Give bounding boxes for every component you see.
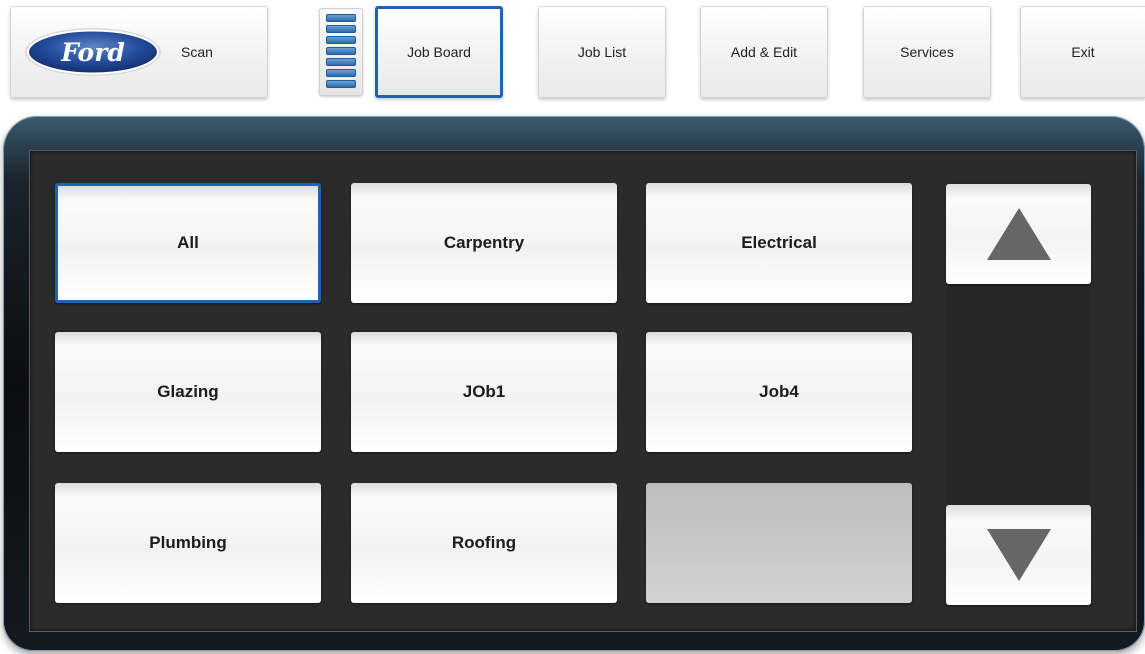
- add-edit-label: Add & Edit: [730, 44, 798, 60]
- category-label: JOb1: [462, 382, 506, 401]
- category-glazing-button[interactable]: Glazing: [55, 332, 321, 452]
- job-board-label: Job Board: [407, 44, 471, 60]
- triangle-down-icon: [986, 529, 1051, 581]
- scan-button[interactable]: Ford Scan: [10, 6, 268, 98]
- category-all-button[interactable]: All: [55, 183, 321, 303]
- add-edit-button[interactable]: Add & Edit: [700, 6, 828, 98]
- services-button[interactable]: Services: [863, 6, 991, 98]
- menu-grip-icon[interactable]: [319, 8, 363, 96]
- category-label: Electrical: [741, 233, 817, 252]
- category-label: All: [177, 233, 199, 252]
- category-label: Glazing: [157, 382, 219, 401]
- category-label: Plumbing: [149, 533, 227, 552]
- scan-label: Scan: [181, 44, 213, 60]
- services-label: Services: [900, 44, 954, 60]
- top-toolbar: Ford Scan Job Board Job List Add & Edit …: [0, 0, 1145, 110]
- job-list-label: Job List: [577, 44, 627, 60]
- job-board-button[interactable]: Job Board: [375, 6, 503, 98]
- exit-button[interactable]: Exit: [1020, 6, 1145, 98]
- triangle-up-icon: [986, 208, 1051, 260]
- scroll-up-button[interactable]: [946, 184, 1091, 284]
- scroll-track[interactable]: [946, 284, 1091, 504]
- category-label: Roofing: [451, 533, 517, 552]
- category-plumbing-button[interactable]: Plumbing: [55, 483, 321, 603]
- category-label: Carpentry: [443, 233, 525, 252]
- category-empty-slot: [646, 483, 912, 603]
- category-job4-button[interactable]: Job4: [646, 332, 912, 452]
- category-roofing-button[interactable]: Roofing: [351, 483, 617, 603]
- category-job1-button[interactable]: JOb1: [351, 332, 617, 452]
- ford-logo: Ford: [25, 28, 161, 76]
- category-electrical-button[interactable]: Electrical: [646, 183, 912, 303]
- category-label: Job4: [759, 382, 799, 401]
- scroll-down-button[interactable]: [946, 505, 1091, 605]
- exit-label: Exit: [1071, 44, 1095, 60]
- svg-text:Ford: Ford: [60, 38, 125, 67]
- category-carpentry-button[interactable]: Carpentry: [351, 183, 617, 303]
- job-list-button[interactable]: Job List: [538, 6, 666, 98]
